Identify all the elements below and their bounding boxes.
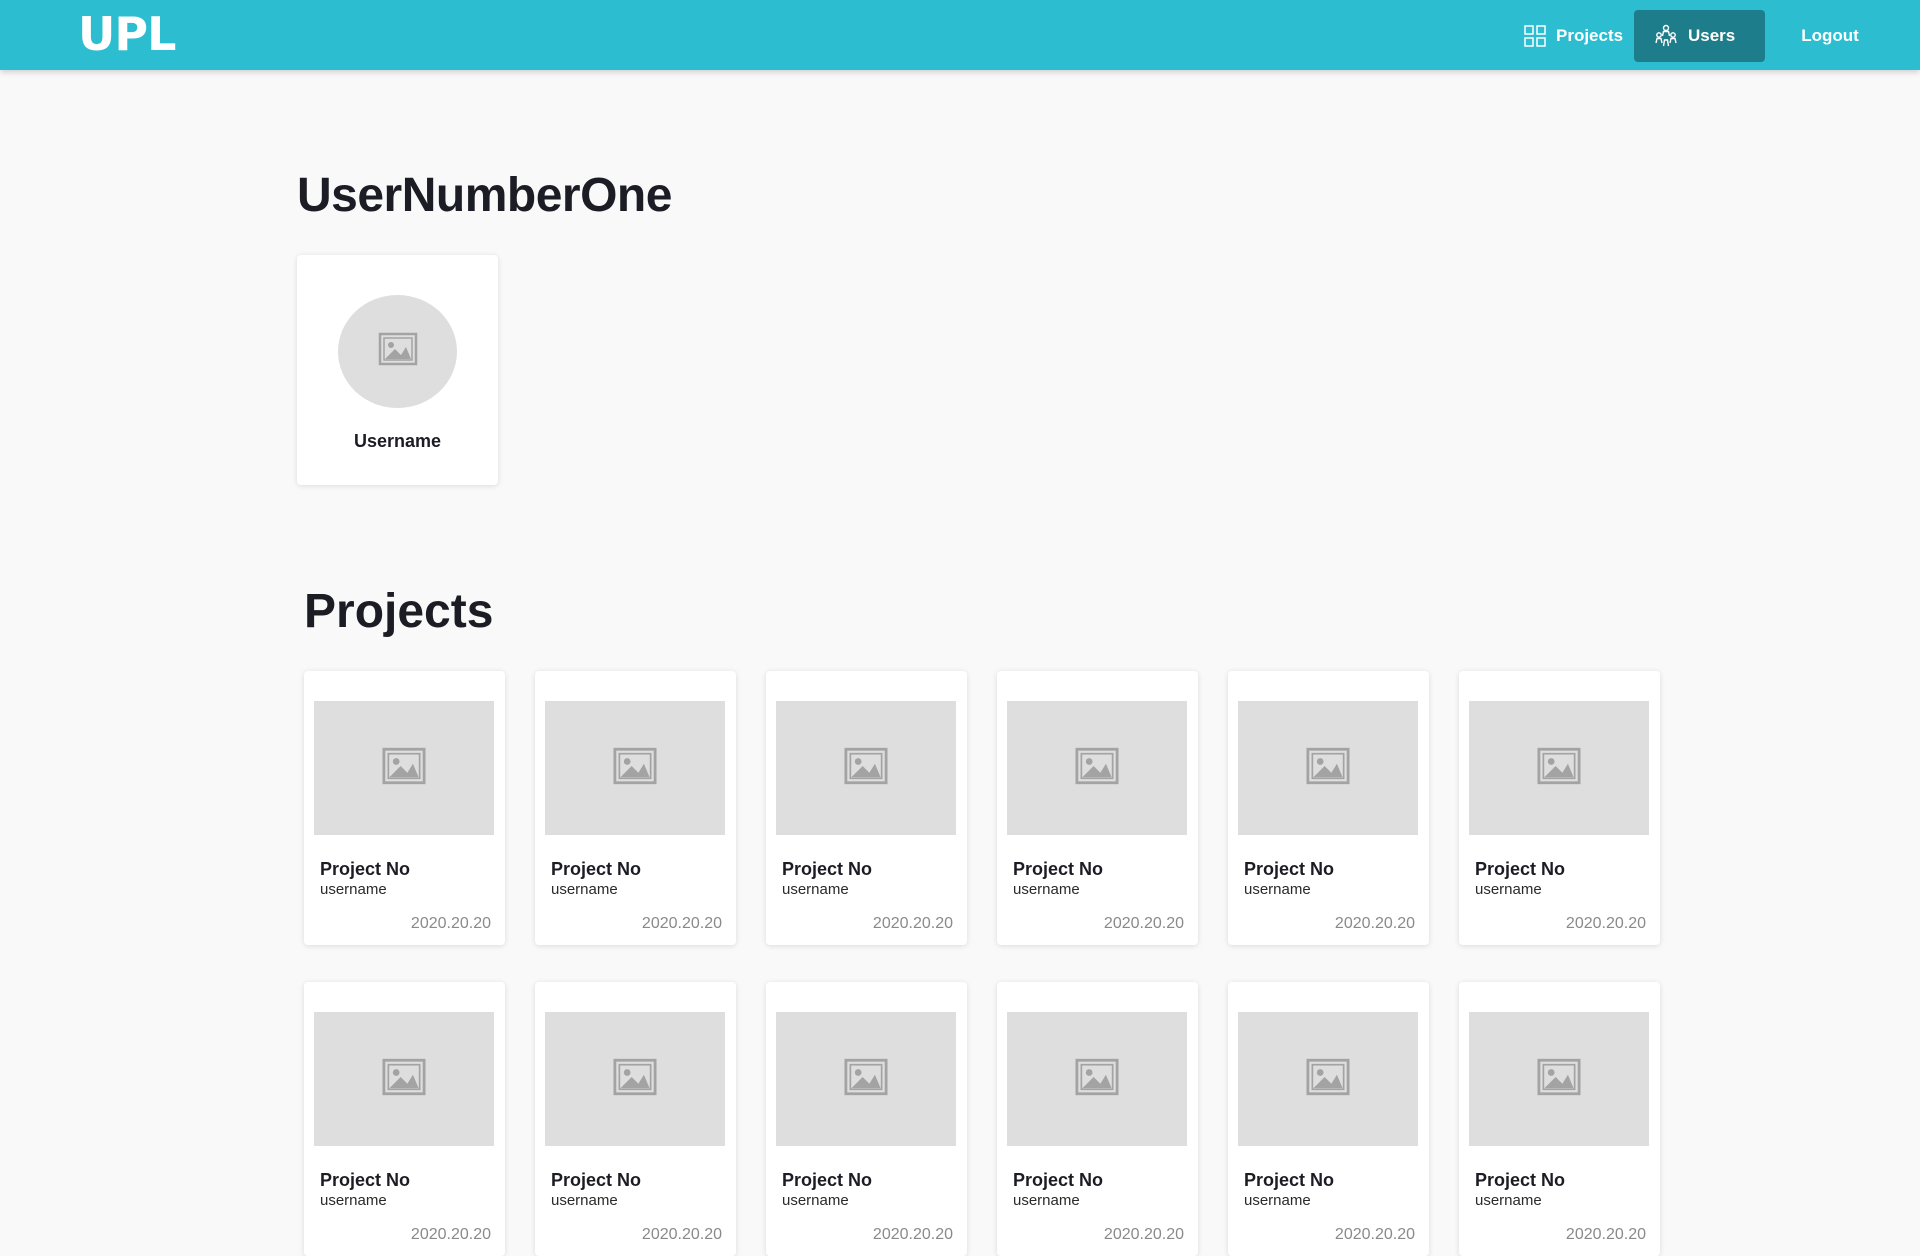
image-placeholder-icon	[1536, 747, 1582, 790]
project-card[interactable]: Project No username 2020.20.20	[1459, 671, 1660, 945]
project-thumbnail	[776, 1012, 956, 1146]
project-username: username	[551, 881, 618, 898]
image-placeholder-icon	[378, 332, 418, 371]
project-username: username	[1013, 881, 1080, 898]
project-card[interactable]: Project No username 2020.20.20	[535, 671, 736, 945]
page-title: UserNumberOne	[297, 169, 672, 222]
project-card[interactable]: Project No username 2020.20.20	[766, 982, 967, 1256]
project-date: 2020.20.20	[1103, 1226, 1184, 1243]
avatar	[338, 295, 457, 408]
nav-users-button[interactable]: Users	[1634, 10, 1765, 62]
nav-projects-label: Projects	[1556, 26, 1624, 45]
project-username: username	[782, 1192, 849, 1209]
project-title: Project No	[1013, 859, 1104, 879]
project-thumbnail	[1238, 1012, 1418, 1146]
top-navbar: UPL Projects Users Logout	[0, 0, 1920, 70]
project-thumbnail	[1238, 701, 1418, 835]
project-card[interactable]: Project No username 2020.20.20	[304, 982, 505, 1256]
project-date: 2020.20.20	[410, 915, 491, 932]
project-card[interactable]: Project No username 2020.20.20	[1228, 982, 1429, 1256]
user-card[interactable]: Username	[297, 255, 498, 485]
project-date: 2020.20.20	[1565, 1226, 1646, 1243]
project-username: username	[782, 881, 849, 898]
project-thumbnail	[545, 1012, 725, 1146]
project-username: username	[1013, 1192, 1080, 1209]
project-username: username	[1475, 881, 1542, 898]
project-thumbnail	[1469, 701, 1649, 835]
project-card[interactable]: Project No username 2020.20.20	[766, 671, 967, 945]
project-date: 2020.20.20	[872, 1226, 953, 1243]
project-thumbnail	[1469, 1012, 1649, 1146]
logout-button[interactable]: Logout	[1780, 10, 1880, 62]
project-title: Project No	[782, 1170, 873, 1190]
image-placeholder-icon	[843, 747, 889, 790]
image-placeholder-icon	[1074, 1058, 1120, 1101]
nav-projects-button[interactable]: Projects	[1510, 10, 1640, 62]
project-username: username	[320, 881, 387, 898]
project-date: 2020.20.20	[641, 1226, 722, 1243]
project-date: 2020.20.20	[410, 1226, 491, 1243]
project-username: username	[551, 1192, 618, 1209]
users-icon	[1654, 24, 1678, 48]
projects-heading: Projects	[304, 585, 494, 638]
project-title: Project No	[1475, 859, 1566, 879]
project-date: 2020.20.20	[1565, 915, 1646, 932]
project-title: Project No	[782, 859, 873, 879]
project-title: Project No	[1475, 1170, 1566, 1190]
project-card[interactable]: Project No username 2020.20.20	[1228, 671, 1429, 945]
project-thumbnail	[1007, 701, 1187, 835]
image-placeholder-icon	[612, 747, 658, 790]
image-placeholder-icon	[1305, 1058, 1351, 1101]
image-placeholder-icon	[381, 1058, 427, 1101]
project-title: Project No	[1013, 1170, 1104, 1190]
project-thumbnail	[545, 701, 725, 835]
project-title: Project No	[551, 859, 642, 879]
project-username: username	[1244, 1192, 1311, 1209]
project-card[interactable]: Project No username 2020.20.20	[535, 982, 736, 1256]
project-title: Project No	[1244, 1170, 1335, 1190]
app-logo[interactable]: UPL	[78, 8, 176, 60]
project-card[interactable]: Project No username 2020.20.20	[1459, 982, 1660, 1256]
project-card[interactable]: Project No username 2020.20.20	[997, 671, 1198, 945]
nav-users-label: Users	[1688, 26, 1736, 45]
logout-label: Logout	[1801, 26, 1859, 45]
project-thumbnail	[314, 701, 494, 835]
project-date: 2020.20.20	[872, 915, 953, 932]
image-placeholder-icon	[381, 747, 427, 790]
project-date: 2020.20.20	[641, 915, 722, 932]
project-card[interactable]: Project No username 2020.20.20	[997, 982, 1198, 1256]
image-placeholder-icon	[843, 1058, 889, 1101]
project-username: username	[320, 1192, 387, 1209]
image-placeholder-icon	[1305, 747, 1351, 790]
project-date: 2020.20.20	[1103, 915, 1184, 932]
image-placeholder-icon	[612, 1058, 658, 1101]
project-username: username	[1244, 881, 1311, 898]
project-thumbnail	[1007, 1012, 1187, 1146]
project-thumbnail	[776, 701, 956, 835]
project-title: Project No	[551, 1170, 642, 1190]
project-title: Project No	[320, 859, 411, 879]
image-placeholder-icon	[1536, 1058, 1582, 1101]
project-date: 2020.20.20	[1334, 1226, 1415, 1243]
project-title: Project No	[320, 1170, 411, 1190]
grid-icon	[1524, 25, 1546, 47]
project-date: 2020.20.20	[1334, 915, 1415, 932]
project-card[interactable]: Project No username 2020.20.20	[304, 671, 505, 945]
user-card-name: Username	[353, 431, 442, 451]
project-username: username	[1475, 1192, 1542, 1209]
project-thumbnail	[314, 1012, 494, 1146]
image-placeholder-icon	[1074, 747, 1120, 790]
project-title: Project No	[1244, 859, 1335, 879]
